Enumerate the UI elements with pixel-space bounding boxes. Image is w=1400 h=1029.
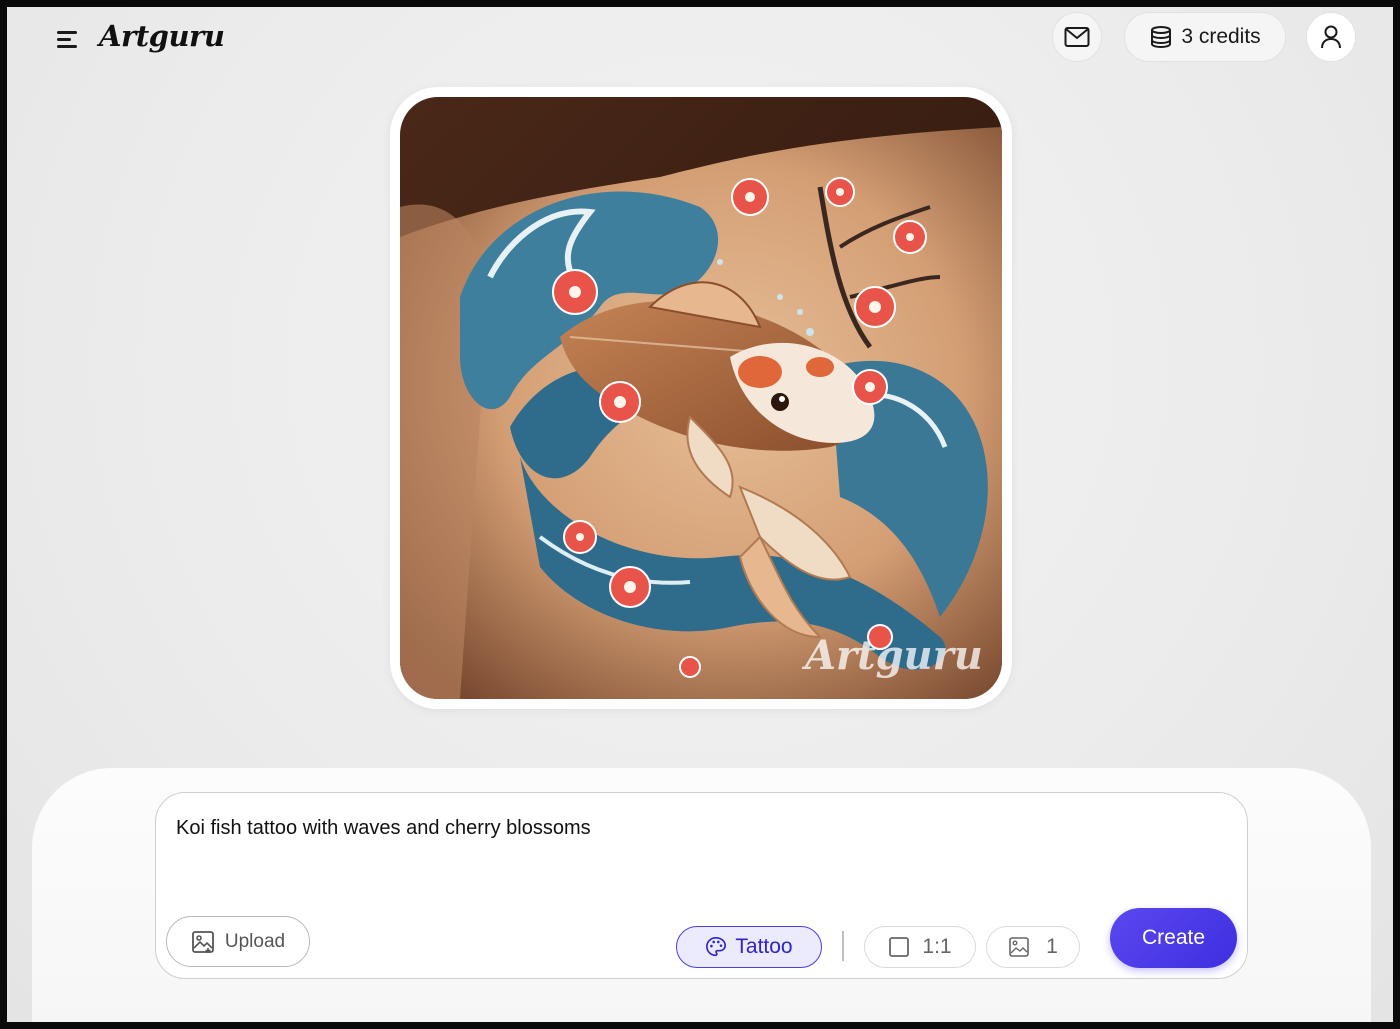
mail-icon	[1064, 27, 1090, 47]
count-label: 1	[1046, 935, 1058, 958]
prompt-box[interactable]: Koi fish tattoo with waves and cherry bl…	[155, 792, 1248, 979]
credits-label: 3 credits	[1181, 25, 1261, 48]
logo[interactable]: Artguru	[99, 19, 225, 53]
square-icon	[889, 937, 910, 957]
upload-button[interactable]: Upload	[166, 916, 310, 967]
image-icon	[1009, 937, 1029, 957]
prompt-input[interactable]: Koi fish tattoo with waves and cherry bl…	[176, 817, 591, 840]
aspect-ratio-button[interactable]: 1:1	[864, 926, 976, 968]
image-add-icon	[191, 930, 214, 953]
mail-button[interactable]	[1052, 12, 1102, 62]
app-frame: Artguru 3 credits Artguru Koi fish tatto…	[0, 0, 1400, 1029]
user-icon	[1321, 25, 1341, 49]
user-button[interactable]	[1306, 12, 1356, 62]
create-button[interactable]: Create	[1110, 908, 1237, 968]
ratio-label: 1:1	[922, 935, 952, 958]
coins-icon	[1151, 26, 1172, 49]
style-label: Tattoo	[735, 935, 793, 958]
upload-label: Upload	[224, 930, 286, 952]
watermark: Artguru	[801, 632, 983, 679]
generated-image-card[interactable]: Artguru	[390, 87, 1012, 709]
generated-tattoo-image: Artguru	[400, 97, 1002, 699]
toolbar-divider	[842, 931, 844, 961]
image-count-button[interactable]: 1	[986, 926, 1080, 968]
palette-icon	[706, 937, 727, 957]
style-tattoo-button[interactable]: Tattoo	[676, 926, 822, 968]
menu-icon[interactable]	[51, 25, 85, 55]
credits-button[interactable]: 3 credits	[1124, 12, 1286, 62]
